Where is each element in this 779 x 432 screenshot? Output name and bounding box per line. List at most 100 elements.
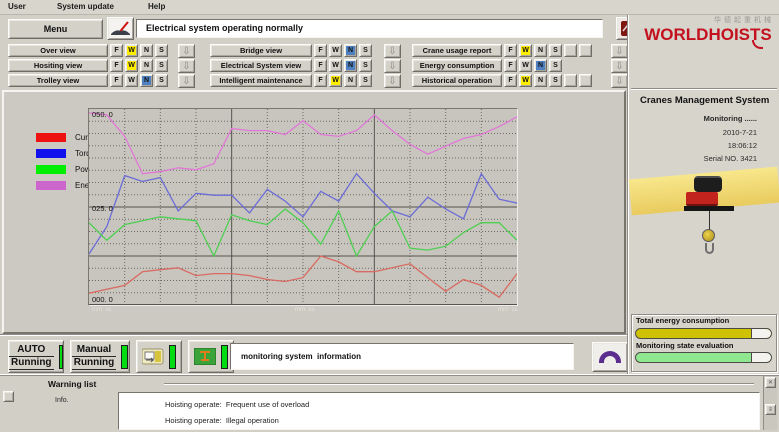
down-arrow-button[interactable]: ⇩ xyxy=(611,74,628,88)
indicator-S[interactable]: S xyxy=(155,44,168,57)
indicator-N[interactable]: N xyxy=(140,74,153,87)
indicator-F[interactable]: F xyxy=(504,74,517,87)
view-button-energy-consumption[interactable]: Energy consumption xyxy=(412,59,502,72)
view-button-trolley-view[interactable]: Trolley view xyxy=(8,74,108,87)
down-arrow-button[interactable]: ⇩ xyxy=(384,59,401,73)
hoist-pulley-image xyxy=(702,229,715,242)
view-row: Energy consumptionFWNS ⇩ xyxy=(412,59,628,72)
down-arrow-button[interactable]: ⇩ xyxy=(178,44,195,58)
view-button-intelligent-maintenance[interactable]: Intelligent maintenance xyxy=(210,74,312,87)
crane-icon xyxy=(194,348,216,365)
indicator-F[interactable]: F xyxy=(110,59,123,72)
indicator-F[interactable]: F xyxy=(314,74,327,87)
view-button-electrical-system-view[interactable]: Electrical System view xyxy=(210,59,312,72)
indicator-N[interactable]: N xyxy=(140,59,153,72)
hoist-cable-image xyxy=(709,211,710,230)
view-row: Electrical System viewFWNS ⇩ xyxy=(210,59,401,72)
warning-scrollbar[interactable]: ✕ ≡ xyxy=(763,376,777,430)
view-button-hositing-view[interactable]: Hositing view xyxy=(8,59,108,72)
down-arrow-icon: ⇩ xyxy=(182,76,190,87)
indicator-S[interactable]: S xyxy=(549,44,562,57)
info-label: Info. xyxy=(55,397,69,404)
indicator-W[interactable]: W xyxy=(519,59,532,72)
indicator-F[interactable]: F xyxy=(504,44,517,57)
monitoring-info-field[interactable]: monitoring system information xyxy=(230,343,574,370)
arc-button[interactable] xyxy=(592,342,628,372)
indicator-N[interactable]: N xyxy=(534,74,547,87)
evaluation-header: Monitoring state evaluation xyxy=(636,341,734,350)
evaluation-bar: Good system xyxy=(635,352,772,363)
indicator-W[interactable]: W xyxy=(329,44,342,57)
indicator-S[interactable]: S xyxy=(155,59,168,72)
time-label: 18:06:12 xyxy=(728,141,757,150)
menu-item-system-update[interactable]: System update xyxy=(57,2,114,11)
manual-running-button[interactable]: Manual Running xyxy=(70,340,130,373)
indicator-blank[interactable] xyxy=(564,74,577,87)
indicator-F[interactable]: F xyxy=(110,44,123,57)
view-column-1: Bridge viewFWNS⇩Electrical System viewFW… xyxy=(210,44,401,89)
indicator-W[interactable]: W xyxy=(329,74,342,87)
indicator-S[interactable]: S xyxy=(155,74,168,87)
view-button-historical-operation[interactable]: Historical operation xyxy=(412,74,502,87)
warning-list[interactable]: Hoisting operate: Frequent use of overlo… xyxy=(118,392,760,430)
equipment-button[interactable] xyxy=(136,340,182,373)
equipment-icon xyxy=(142,348,164,365)
indicator-N[interactable]: N xyxy=(344,59,357,72)
indicator-S[interactable]: S xyxy=(359,59,372,72)
indicator-N[interactable]: N xyxy=(344,44,357,57)
status-message-field[interactable]: Electrical system operating normally xyxy=(136,19,603,38)
gauge-icon-button[interactable] xyxy=(107,17,134,40)
indicator-blank[interactable] xyxy=(579,74,592,87)
scroll-thumb[interactable]: ≡ xyxy=(765,404,776,415)
indicator-F[interactable]: F xyxy=(314,44,327,57)
divider xyxy=(164,383,754,385)
down-arrow-icon: ⇩ xyxy=(388,46,396,57)
indicator-N[interactable]: N xyxy=(534,44,547,57)
crane-status-indicator xyxy=(221,345,228,369)
auto-running-label: Running xyxy=(9,357,54,370)
crane-button[interactable] xyxy=(188,340,234,373)
hoist-motor-image xyxy=(694,176,722,192)
down-arrow-button[interactable]: ⇩ xyxy=(178,59,195,73)
indicator-W[interactable]: W xyxy=(519,44,532,57)
indicator-blank[interactable] xyxy=(564,44,577,57)
indicator-F[interactable]: F xyxy=(314,59,327,72)
down-arrow-button[interactable]: ⇩ xyxy=(384,44,401,58)
evaluation-bar-cap xyxy=(751,353,771,362)
down-arrow-button[interactable]: ⇩ xyxy=(178,74,195,88)
view-button-bridge-view[interactable]: Bridge view xyxy=(210,44,312,57)
indicator-W[interactable]: W xyxy=(125,59,138,72)
manual-label: Manual xyxy=(72,344,117,357)
down-arrow-button[interactable]: ⇩ xyxy=(384,74,401,88)
serial-label: Serial NO. 3421 xyxy=(704,154,757,163)
menu-button[interactable]: Menu xyxy=(8,19,103,39)
indicator-S[interactable]: S xyxy=(359,74,372,87)
arc-icon xyxy=(599,351,621,363)
view-button-over-view[interactable]: Over view xyxy=(8,44,108,57)
down-arrow-button[interactable]: ⇩ xyxy=(611,59,628,73)
splitter-handle[interactable] xyxy=(3,391,14,402)
auto-running-button[interactable]: AUTO Running xyxy=(8,340,64,373)
view-button-crane-usage-report[interactable]: Crane usage report xyxy=(412,44,502,57)
indicator-N[interactable]: N xyxy=(140,44,153,57)
indicator-N[interactable]: N xyxy=(534,59,547,72)
indicator-W[interactable]: W xyxy=(125,74,138,87)
down-arrow-button[interactable]: ⇩ xyxy=(611,44,628,58)
down-arrow-icon: ⇩ xyxy=(615,46,623,57)
indicator-N[interactable]: N xyxy=(344,74,357,87)
indicator-blank[interactable] xyxy=(579,44,592,57)
indicator-S[interactable]: S xyxy=(549,59,562,72)
legend-swatch xyxy=(36,181,66,190)
scroll-up-button[interactable]: ✕ xyxy=(765,377,776,388)
menu-item-help[interactable]: Help xyxy=(148,2,165,11)
indicator-W[interactable]: W xyxy=(125,44,138,57)
indicator-F[interactable]: F xyxy=(504,59,517,72)
trend-chart xyxy=(88,108,518,306)
y-axis-tick: 050. 0 xyxy=(92,110,113,119)
indicator-F[interactable]: F xyxy=(110,74,123,87)
indicator-S[interactable]: S xyxy=(549,74,562,87)
menu-item-user[interactable]: User xyxy=(8,2,26,11)
indicator-S[interactable]: S xyxy=(359,44,372,57)
indicator-W[interactable]: W xyxy=(519,74,532,87)
indicator-W[interactable]: W xyxy=(329,59,342,72)
